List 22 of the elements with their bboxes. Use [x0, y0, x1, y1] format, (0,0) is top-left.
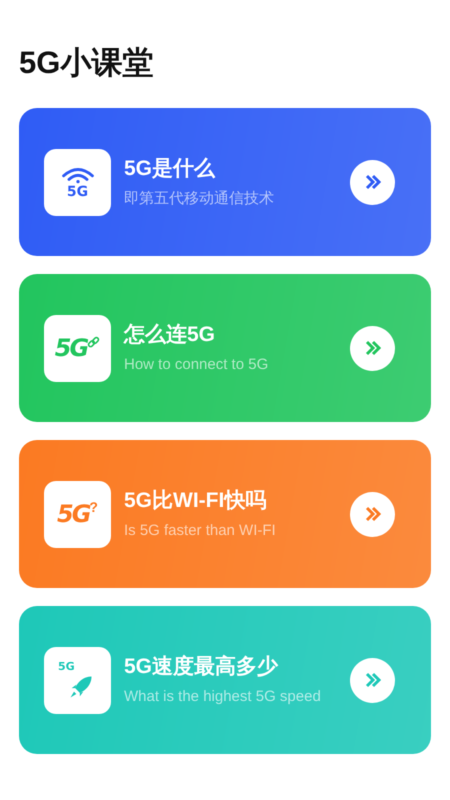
page-title: 5G小课堂 — [19, 44, 154, 82]
icon-label: 5G — [58, 660, 75, 672]
go-button[interactable] — [350, 326, 395, 370]
lesson-card[interactable]: 5G? 5G比WI-FI快吗 Is 5G faster than WI-FI — [19, 440, 431, 588]
card-title: 怎么连5G — [124, 322, 216, 348]
lesson-card[interactable]: 5G 怎么连5G How to connect to 5G — [19, 274, 431, 422]
link-icon — [87, 336, 100, 349]
icon-label: 5G — [66, 184, 88, 200]
go-button[interactable] — [350, 492, 395, 536]
icon-label: 5G — [54, 334, 88, 362]
card-subtitle: What is the highest 5G speed — [124, 687, 322, 707]
question-mark: ? — [89, 500, 98, 514]
icon-label: 5G — [57, 500, 90, 528]
card-subtitle: 即第五代移动通信技术 — [124, 189, 275, 209]
card-subtitle: How to connect to 5G — [124, 355, 270, 375]
card-title: 5G速度最高多少 — [124, 654, 280, 680]
card-title: 5G比WI-FI快吗 — [124, 488, 268, 514]
card-title: 5G是什么 — [124, 156, 216, 182]
lesson-card[interactable]: 5G 5G速度最高多少 What is the highest 5G speed — [19, 606, 431, 754]
go-button[interactable] — [350, 160, 395, 204]
card-subtitle: Is 5G faster than WI-FI — [124, 521, 277, 541]
lesson-card[interactable]: 5G 5G是什么 即第五代移动通信技术 — [19, 108, 431, 256]
